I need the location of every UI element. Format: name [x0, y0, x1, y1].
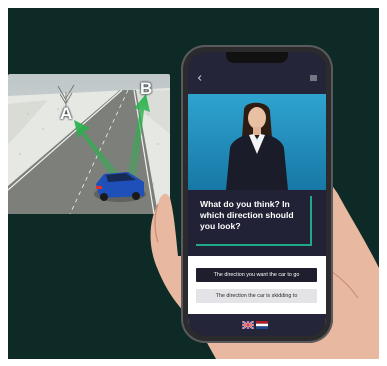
presenter-image: [226, 102, 288, 190]
dutch-flag-icon[interactable]: [256, 321, 268, 329]
answer-option-1[interactable]: The direction you want the car to go: [196, 268, 317, 282]
phone-notch: [226, 52, 288, 63]
arrow-left-icon: [197, 75, 202, 81]
phone-device: What do you think? In which direction sh…: [181, 45, 333, 343]
phone-screen: What do you think? In which direction sh…: [188, 52, 326, 336]
menu-button[interactable]: [310, 75, 317, 83]
background-scene: A B What do you think? In which directio…: [8, 8, 379, 359]
instructor-video[interactable]: [188, 94, 326, 190]
uk-flag-icon[interactable]: [242, 321, 254, 329]
language-bar: [188, 314, 326, 336]
question-frame: What do you think? In which direction sh…: [196, 196, 312, 246]
back-button[interactable]: [197, 75, 203, 83]
hamburger-menu-icon: [310, 75, 317, 81]
answer-option-2[interactable]: The direction the car is skidding to: [196, 289, 317, 303]
question-panel: What do you think? In which direction sh…: [188, 190, 326, 256]
question-text: What do you think? In which direction sh…: [200, 199, 294, 231]
